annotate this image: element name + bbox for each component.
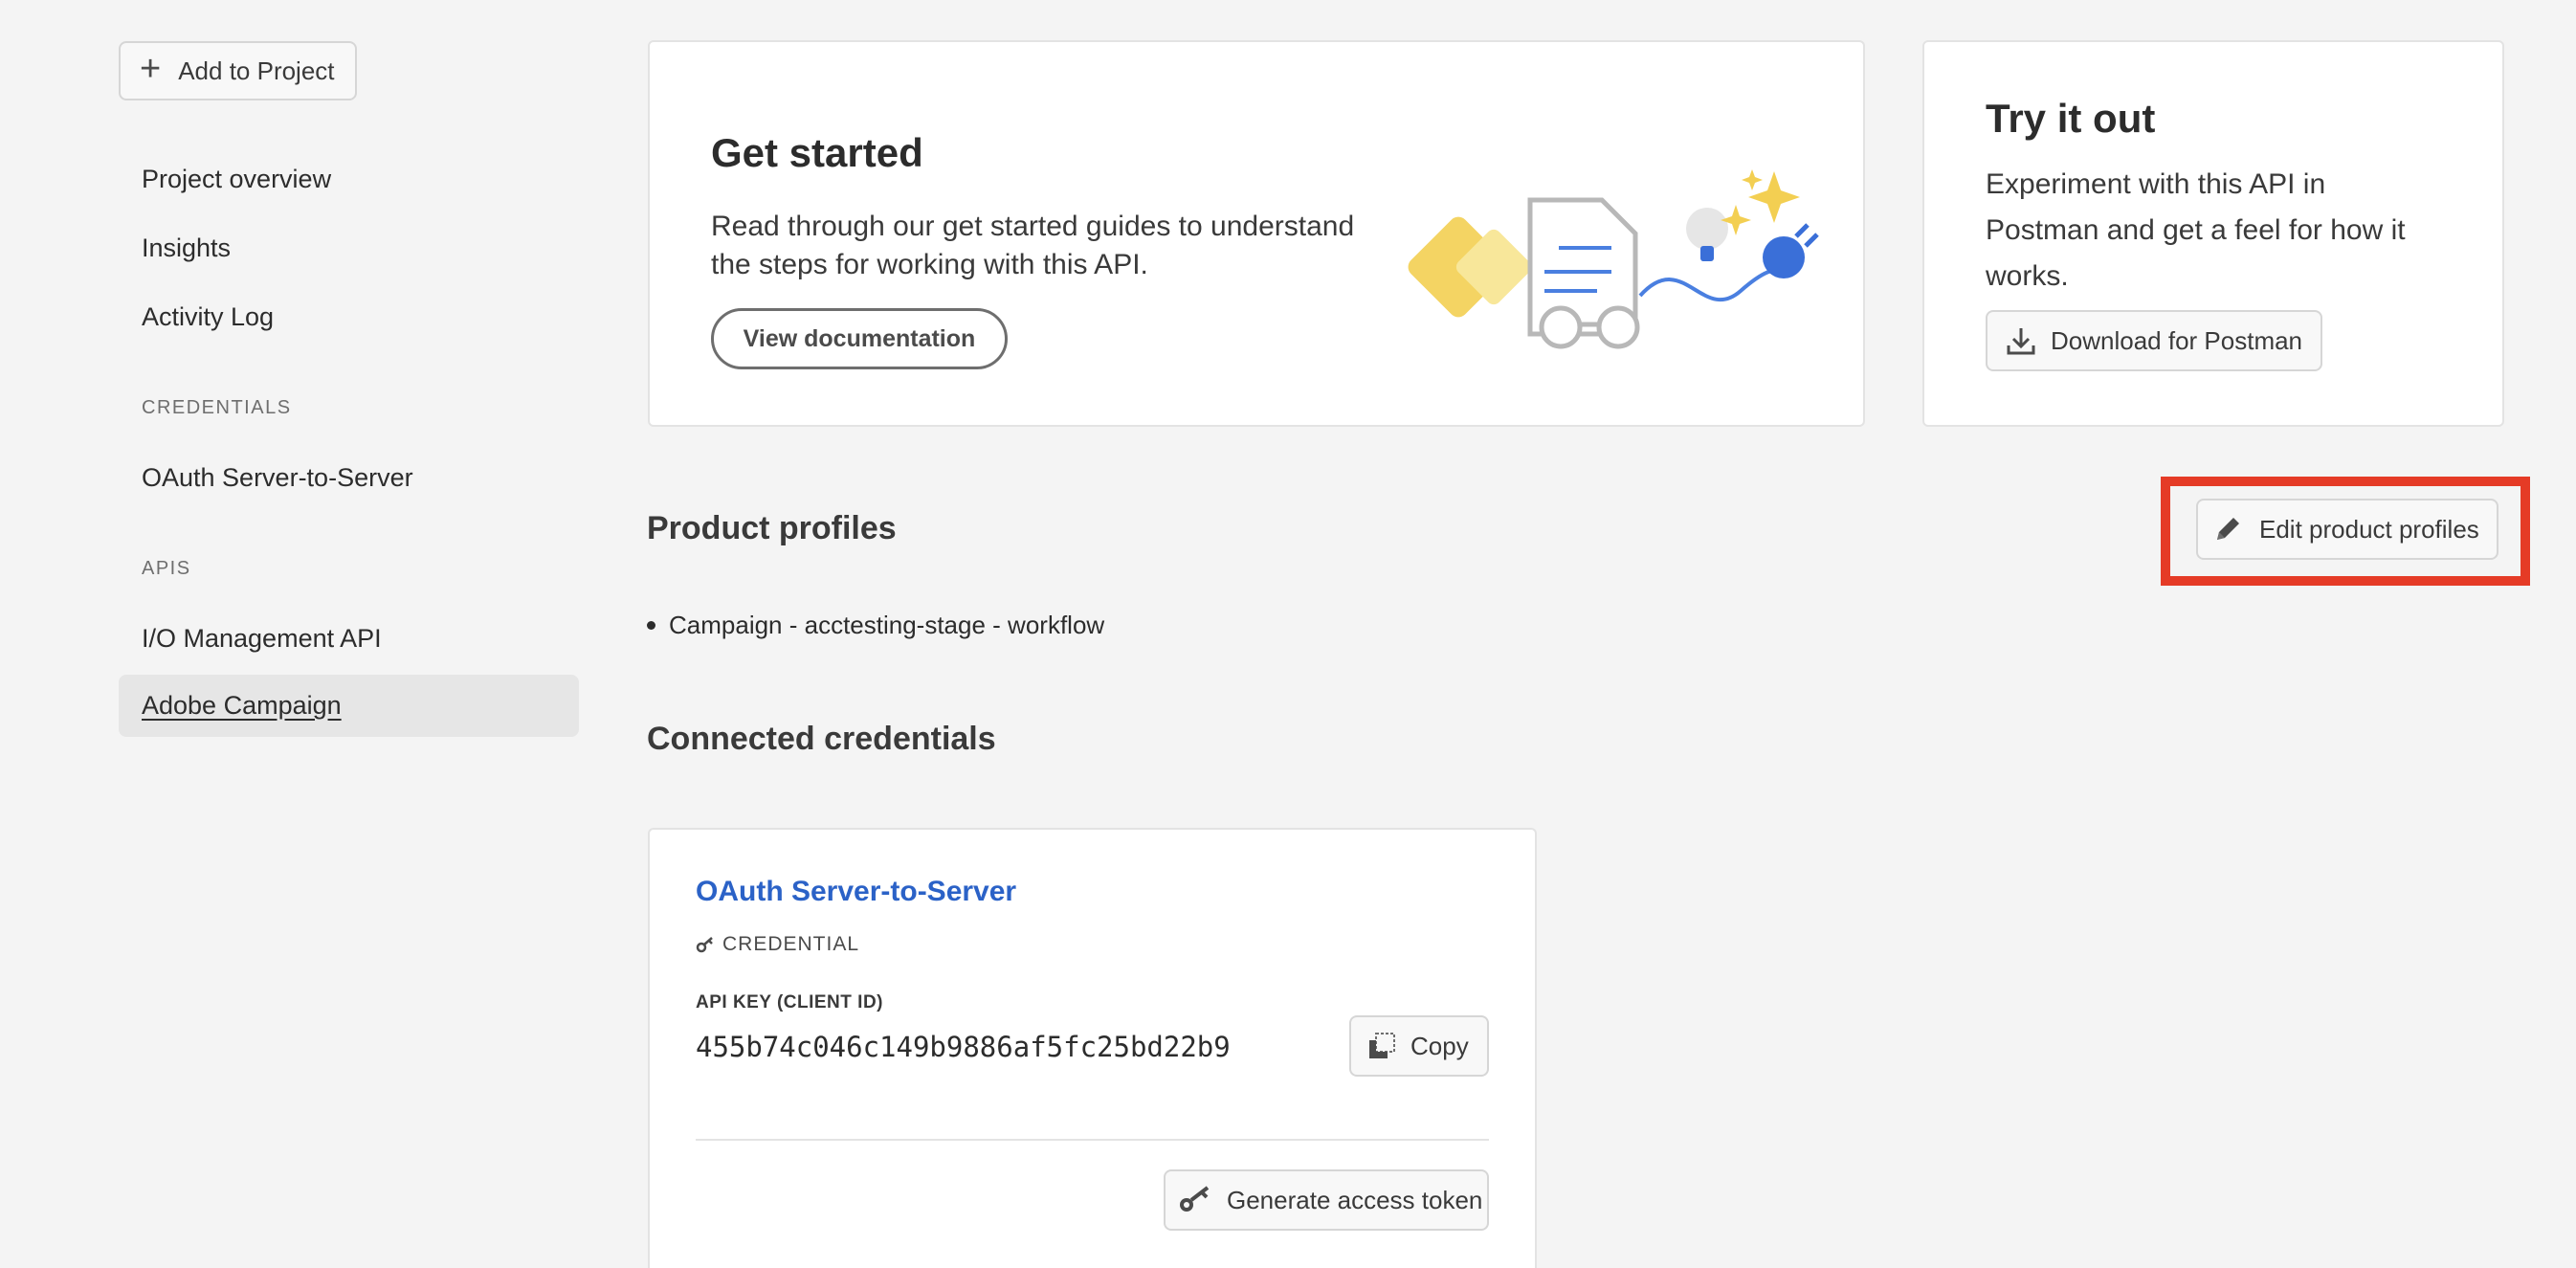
try-it-out-title: Try it out (1986, 96, 2156, 141)
key-icon (1180, 1186, 1210, 1212)
copy-button[interactable]: Copy (1349, 1015, 1489, 1077)
sidebar-section-apis: APIS (142, 558, 191, 579)
connected-credentials-heading: Connected credentials (647, 721, 996, 757)
credential-card: OAuth Server-to-Server CREDENTIAL API KE… (648, 828, 1537, 1268)
credential-type-label: CREDENTIAL (722, 933, 860, 955)
add-to-project-button[interactable]: + Add to Project (119, 41, 357, 100)
bullet (647, 621, 655, 630)
sidebar-item-activity-log[interactable]: Activity Log (142, 302, 274, 332)
credential-name-link[interactable]: OAuth Server-to-Server (696, 876, 1016, 908)
sidebar-item-adobe-campaign-label[interactable]: Adobe Campaign (142, 691, 342, 721)
product-profiles-list: Campaign - acctesting-stage - workflow (647, 611, 1104, 640)
get-started-illustration (1408, 169, 1819, 349)
download-for-postman-label: Download for Postman (2051, 325, 2303, 355)
list-item: Campaign - acctesting-stage - workflow (647, 611, 1104, 640)
divider (696, 1139, 1489, 1141)
get-started-title: Get started (711, 130, 923, 175)
sidebar-item-io-management-api[interactable]: I/O Management API (142, 624, 382, 654)
plus-icon: + (140, 49, 162, 89)
view-documentation-button[interactable]: View documentation (711, 308, 1008, 369)
sidebar-section-credentials: CREDENTIALS (142, 397, 292, 418)
add-to-project-label: Add to Project (178, 56, 335, 85)
product-profile-name: Campaign - acctesting-stage - workflow (669, 611, 1105, 639)
product-profiles-heading: Product profiles (647, 510, 897, 546)
sidebar-item-project-overview[interactable]: Project overview (142, 165, 331, 194)
page: + Add to Project Project overview Insigh… (0, 0, 2576, 1268)
sidebar-item-oauth-server-to-server[interactable]: OAuth Server-to-Server (142, 463, 413, 493)
pencil-icon (2217, 518, 2239, 540)
copy-label: Copy (1410, 1031, 1469, 1060)
api-key-label: API KEY (CLIENT ID) (696, 992, 883, 1012)
key-icon (696, 937, 713, 953)
sidebar-item-insights[interactable]: Insights (142, 234, 231, 263)
try-it-out-description: Experiment with this API in Postman and … (1986, 168, 2406, 292)
edit-product-profiles-button[interactable]: Edit product profiles (2196, 499, 2498, 560)
try-it-out-card: Try it out Experiment with this API in P… (1922, 40, 2504, 427)
copy-icon (1369, 1033, 1395, 1058)
edit-product-profiles-label: Edit product profiles (2259, 514, 2479, 544)
download-for-postman-button[interactable]: Download for Postman (1986, 310, 2322, 371)
generate-access-token-button[interactable]: Generate access token (1164, 1169, 1489, 1231)
api-key-value: 455b74c046c149b9886af5fc25bd22b9 (696, 1031, 1231, 1063)
get-started-card: Get started Read through our get started… (648, 40, 1865, 427)
get-started-description: Read through our get started guides to u… (711, 211, 1355, 280)
download-icon (2007, 328, 2035, 355)
credential-type: CREDENTIAL (696, 933, 859, 956)
generate-access-token-label: Generate access token (1227, 1185, 1483, 1214)
